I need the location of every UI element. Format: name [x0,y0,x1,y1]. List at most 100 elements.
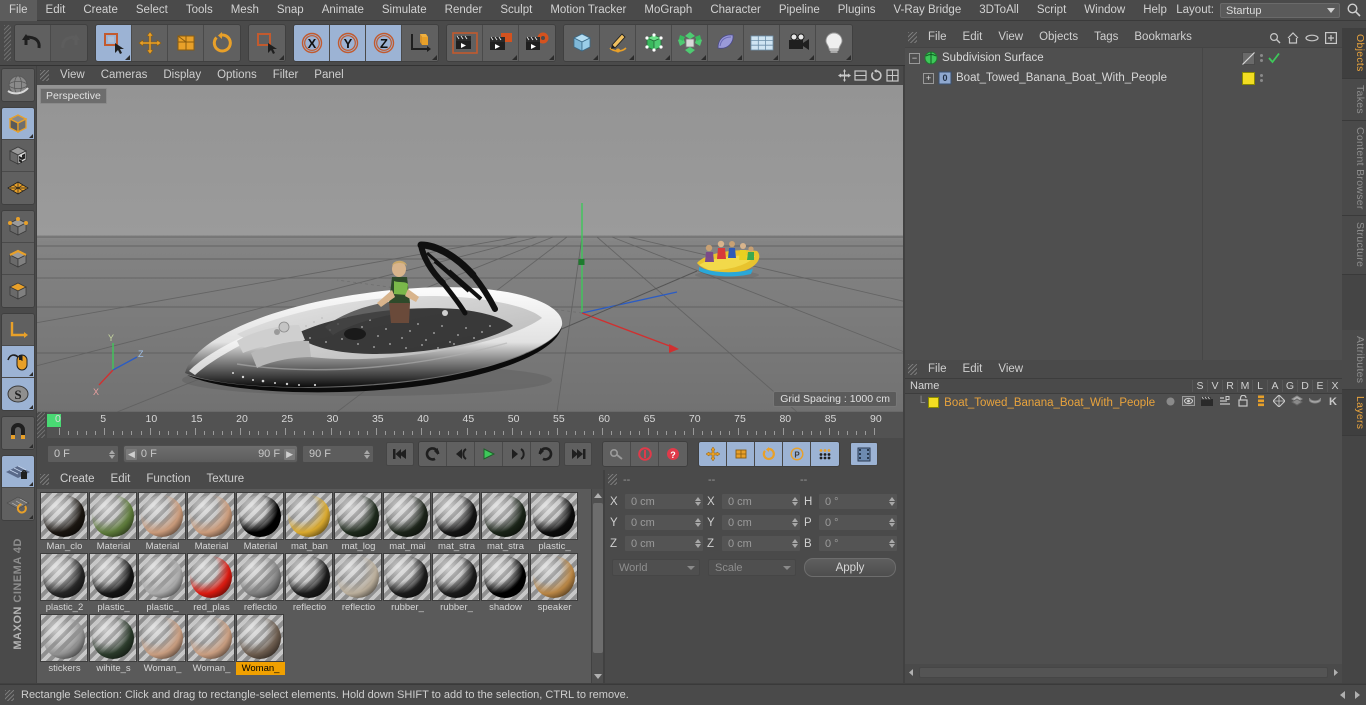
material-item[interactable]: reflectio [285,553,334,614]
record-pla-button[interactable] [811,442,839,466]
menu-help[interactable]: Help [1134,0,1176,21]
render-to-picture-viewer-button[interactable] [483,25,519,61]
panel-grip-icon[interactable] [40,474,49,485]
go-to-start-button[interactable] [386,442,414,466]
record-parameter-button[interactable]: P [783,442,811,466]
panel-grip-icon[interactable] [40,70,49,81]
coordinate-system-select[interactable]: World [612,559,700,576]
xref-icon[interactable]: K [1325,395,1340,410]
viewport-menu-view[interactable]: View [52,66,93,85]
move-button[interactable] [132,25,168,61]
material-preview[interactable] [187,553,235,601]
material-item[interactable]: mat_ban [285,492,334,553]
scale-button[interactable] [168,25,204,61]
material-menu-edit[interactable]: Edit [103,470,139,489]
current-frame-input[interactable]: 0 F [47,445,119,463]
max-frame-spinner[interactable] [364,449,370,459]
column-s[interactable]: S [1192,380,1207,392]
tab-structure[interactable]: Structure [1342,216,1366,275]
material-item[interactable]: rubber_ [432,553,481,614]
material-item[interactable]: mat_mai [383,492,432,553]
search-icon[interactable] [1346,2,1362,18]
layer-menu-edit[interactable]: Edit [955,360,991,378]
material-preview[interactable] [40,553,88,601]
material-menu-function[interactable]: Function [138,470,198,489]
timeline-ruler[interactable]: 0 5 10 15 20 25 30 35 40 45 50 55 60 65 70 75 80 85 90 [37,412,903,438]
material-item[interactable]: Material [89,492,138,553]
menu-3dtoall[interactable]: 3DToAll [970,0,1028,21]
column-a[interactable]: A [1267,380,1282,392]
expand-toggle[interactable]: − [909,52,920,64]
material-preview[interactable] [383,492,431,540]
model-mode-button[interactable] [2,108,34,140]
coordinate-mode-select[interactable]: Scale [708,559,796,576]
spinner[interactable] [889,497,895,506]
play-button[interactable] [475,442,503,466]
menu-simulate[interactable]: Simulate [373,0,436,21]
uv-mode-button[interactable] [2,172,34,204]
coord-b-input[interactable]: 0 ° [818,535,898,552]
material-item[interactable]: plastic_2 [40,553,89,614]
menu-plugins[interactable]: Plugins [829,0,885,21]
menu-pipeline[interactable]: Pipeline [770,0,829,21]
material-preview[interactable] [40,614,88,662]
coord-y-size-input[interactable]: 0 cm [721,514,801,531]
rotate-view-icon[interactable] [870,69,883,82]
material-item[interactable]: mat_stra [432,492,481,553]
coord-h-input[interactable]: 0 ° [818,493,898,510]
edges-mode-button[interactable] [2,243,34,275]
material-preview[interactable] [40,492,88,540]
menu-mesh[interactable]: Mesh [222,0,268,21]
scroll-down-icon[interactable] [594,674,602,679]
panel-grip-icon[interactable] [5,689,14,701]
redo-button[interactable] [51,25,87,61]
object-menu-tags[interactable]: Tags [1086,28,1126,47]
material-menu-texture[interactable]: Texture [198,470,252,489]
menu-snap[interactable]: Snap [268,0,313,21]
object-axis-button[interactable] [2,314,34,346]
material-preview[interactable] [187,614,235,662]
spinner[interactable] [792,518,798,527]
spinner[interactable] [889,518,895,527]
material-preview[interactable] [89,553,137,601]
undo-button[interactable] [15,25,51,61]
material-item[interactable]: reflectio [334,553,383,614]
apply-button[interactable]: Apply [804,558,896,577]
step-back-button[interactable] [447,442,475,466]
workplane-lock-button[interactable] [2,456,34,488]
menu-sculpt[interactable]: Sculpt [491,0,541,21]
menu-file[interactable]: File [0,0,37,21]
polygons-mode-button[interactable] [2,275,34,307]
play-backwards-loop-button[interactable] [419,442,447,466]
material-preview[interactable] [334,492,382,540]
tab-content-browser[interactable]: Content Browser [1342,120,1366,217]
timeline-grip-icon[interactable] [37,412,45,438]
material-preview[interactable] [481,492,529,540]
expression-icon[interactable] [1307,396,1322,409]
tab-layers[interactable]: Layers [1342,390,1366,437]
column-m[interactable]: M [1237,380,1252,392]
add-light-button[interactable] [816,25,852,61]
material-item[interactable]: rubber_ [383,553,432,614]
layer-menu-file[interactable]: File [920,360,955,378]
maximize-view-icon[interactable] [886,69,899,82]
material-preview[interactable] [530,553,578,601]
add-spline-button[interactable] [600,25,636,61]
scroll-left-icon[interactable] [907,668,916,677]
coord-x-position-input[interactable]: 0 cm [624,493,704,510]
viewport-menu-options[interactable]: Options [209,66,265,85]
material-item[interactable]: Woman_ [138,614,187,675]
object-menu-objects[interactable]: Objects [1031,28,1086,47]
tab-takes[interactable]: Takes [1342,78,1366,121]
viewport-menu-panel[interactable]: Panel [306,66,351,85]
column-r[interactable]: R [1222,380,1237,392]
snap-button[interactable] [2,417,34,449]
material-preview[interactable] [236,614,284,662]
column-g[interactable]: G [1282,380,1297,392]
add-cube-button[interactable] [564,25,600,61]
open-timeline-button[interactable] [850,442,878,466]
viewport-solo-button[interactable] [2,346,34,378]
object-menu-view[interactable]: View [990,28,1031,47]
material-preview[interactable] [138,492,186,540]
material-item[interactable]: mat_log [334,492,383,553]
